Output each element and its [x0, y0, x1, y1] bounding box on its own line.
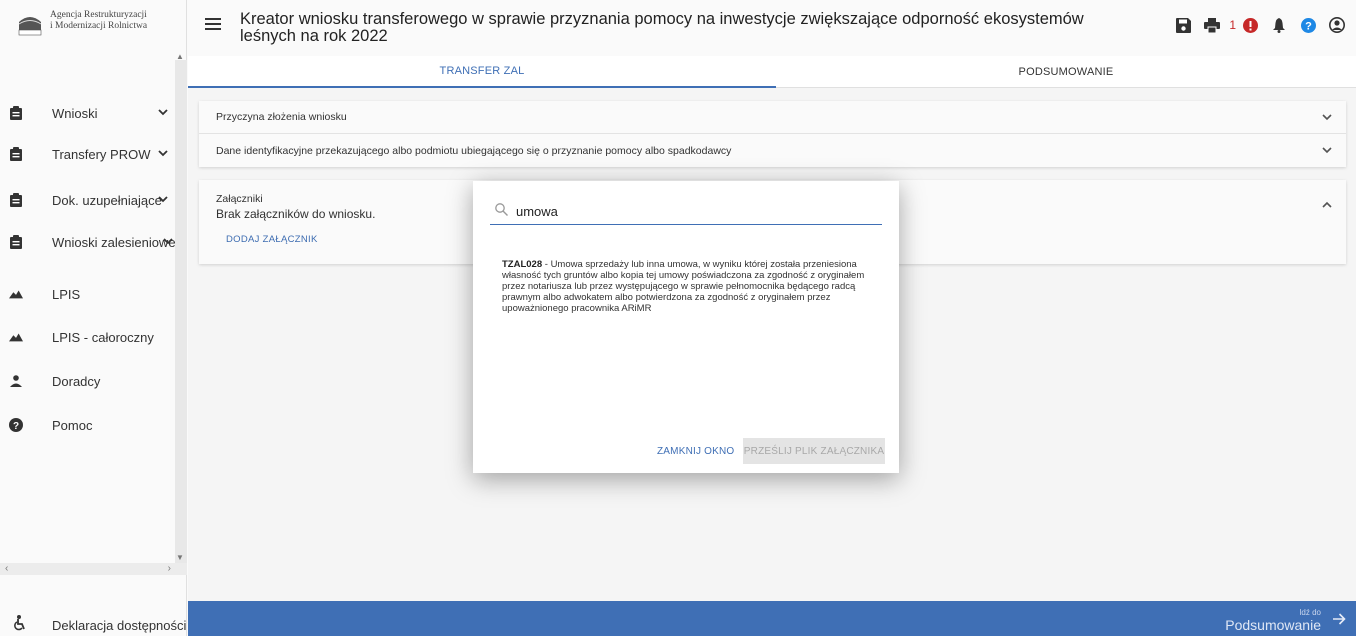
- print-icon[interactable]: [1201, 15, 1223, 35]
- next-step-label: Podsumowanie: [1225, 617, 1321, 633]
- tab-podsumowanie[interactable]: PODSUMOWANIE: [776, 56, 1356, 88]
- sidebar-item-label: Wnioski zalesieniowe: [52, 234, 176, 250]
- bell-icon[interactable]: [1268, 15, 1290, 35]
- sidebar-item-label: Doradcy: [52, 373, 101, 389]
- page-title: Kreator wniosku transferowego w sprawie …: [240, 10, 1084, 45]
- sidebar-item-label: Pomoc: [52, 417, 93, 433]
- chevron-down-icon: [158, 108, 168, 119]
- sidebar-item-label: LPIS - całoroczny: [52, 329, 154, 345]
- clipboard-icon: [9, 147, 23, 161]
- sidebar-item-label: Transfery PROW: [52, 146, 151, 162]
- result-code: TZAL028: [502, 259, 543, 270]
- arimr-logo[interactable]: Agencja Restrukturyzacji i Modernizacji …: [18, 10, 147, 36]
- svg-text:?: ?: [1305, 20, 1312, 32]
- arimr-logo-mark: [18, 10, 42, 36]
- accessibility-icon: [13, 615, 27, 636]
- logo-line-1: Agencja Restrukturyzacji: [50, 10, 147, 20]
- clipboard-icon: [9, 235, 23, 249]
- accessibility-declaration-link[interactable]: Deklaracja dostępności: [0, 606, 187, 636]
- accessibility-label: Deklaracja dostępności: [52, 618, 187, 633]
- scroll-left-icon[interactable]: ‹: [5, 563, 8, 574]
- sidebar-item-wnioski-zalesieniowe[interactable]: Wnioski zalesieniowe: [0, 222, 176, 262]
- sidebar-item-transfery-prow[interactable]: Transfery PROW: [0, 134, 175, 174]
- clipboard-icon: [9, 106, 23, 120]
- arrow-right-icon[interactable]: [1333, 612, 1346, 630]
- sidebar-item-wnioski[interactable]: Wnioski: [0, 93, 175, 133]
- error-count: 1: [1229, 18, 1236, 32]
- account-icon[interactable]: [1326, 15, 1348, 35]
- help-icon: ?: [9, 418, 23, 432]
- save-icon[interactable]: [1172, 15, 1194, 35]
- help-icon[interactable]: ?: [1297, 15, 1319, 35]
- menu-icon[interactable]: [205, 18, 221, 30]
- sidebar-item-dok-uzupelniajace[interactable]: Dok. uzupełniające: [0, 180, 175, 220]
- result-description: - Umowa sprzedaży lub inna umowa, w wyni…: [502, 259, 865, 314]
- tab-transfer-zal[interactable]: TRANSFER ZAL: [188, 56, 776, 88]
- next-step-caption: Idź do: [1299, 608, 1321, 617]
- terrain-icon: [9, 287, 23, 301]
- sidebar-item-label: Dok. uzupełniające: [52, 192, 162, 208]
- sidebar-item-lpis-caloroczny[interactable]: LPIS - całoroczny: [0, 317, 175, 357]
- chevron-down-icon: [158, 149, 168, 160]
- search-input[interactable]: [516, 201, 876, 221]
- chevron-down-icon: [158, 195, 168, 206]
- logo-line-2: i Modernizacji Rolnictwa: [50, 21, 148, 31]
- sidebar-item-lpis[interactable]: LPIS: [0, 274, 175, 314]
- terrain-icon: [9, 330, 23, 344]
- person-icon: [9, 374, 23, 388]
- search-icon: [495, 203, 508, 221]
- tab-bar: TRANSFER ZAL PODSUMOWANIE: [188, 56, 1356, 88]
- svg-text:?: ?: [13, 421, 19, 432]
- header-actions: 1 ?: [1165, 15, 1348, 35]
- sidebar-item-pomoc[interactable]: ? Pomoc: [0, 405, 175, 445]
- search-field: [490, 199, 882, 225]
- bottom-navigation-bar: Idź do Podsumowanie: [188, 601, 1356, 636]
- sidebar-item-label: Wnioski: [52, 105, 98, 121]
- send-attachment-button[interactable]: PRZEŚLIJ PLIK ZAŁĄCZNIKA: [743, 438, 885, 464]
- close-dialog-button[interactable]: ZAMKNIJ OKNO: [657, 439, 734, 463]
- sidebar-horizontal-scrollbar[interactable]: ‹ ›: [0, 563, 187, 575]
- attachment-search-dialog: TZAL028 - Umowa sprzedaży lub inna umowa…: [473, 181, 899, 473]
- search-result-item[interactable]: TZAL028 - Umowa sprzedaży lub inna umowa…: [502, 259, 874, 314]
- error-icon[interactable]: [1239, 15, 1261, 35]
- clipboard-icon: [9, 193, 23, 207]
- chevron-down-icon: [163, 237, 173, 248]
- sidebar: Agencja Restrukturyzacji i Modernizacji …: [0, 0, 187, 636]
- scroll-up-icon[interactable]: ▲: [176, 52, 184, 61]
- sidebar-item-doradcy[interactable]: Doradcy: [0, 361, 175, 401]
- next-step-button[interactable]: Idź do Podsumowanie: [1225, 608, 1321, 633]
- scroll-right-icon[interactable]: ›: [168, 563, 171, 574]
- sidebar-scrollbar[interactable]: [175, 60, 187, 565]
- scroll-down-icon[interactable]: ▼: [176, 553, 184, 562]
- sidebar-item-label: LPIS: [52, 286, 81, 302]
